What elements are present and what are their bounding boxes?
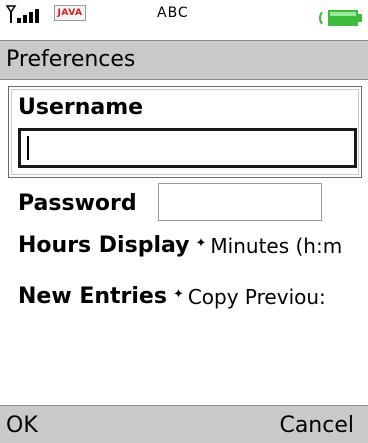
hours-display-value: Minutes (h:m: [210, 234, 343, 258]
cancel-softkey[interactable]: Cancel: [279, 413, 354, 439]
dropdown-indicator-icon: ✦: [195, 235, 207, 251]
dropdown-indicator-icon: ✦: [172, 286, 184, 302]
new-entries-value: Copy Previou:: [187, 285, 326, 309]
battery-icon: [319, 10, 362, 26]
title-bar: Preferences: [0, 40, 368, 80]
new-entries-label: New Entries: [18, 284, 167, 309]
text-caret: [27, 136, 29, 160]
password-label: Password: [18, 191, 137, 216]
hours-display-choice[interactable]: Hours Display ✦ Minutes (h:m: [18, 232, 368, 262]
ok-softkey[interactable]: OK: [6, 413, 38, 439]
status-bar: JAVA ABC: [0, 0, 368, 39]
username-label: Username: [18, 95, 144, 120]
java-icon: JAVA: [54, 5, 86, 21]
password-input[interactable]: [158, 183, 322, 221]
username-input[interactable]: [18, 128, 357, 168]
signal-strength-icon: [6, 5, 39, 23]
page-title: Preferences: [6, 47, 136, 72]
new-entries-choice[interactable]: New Entries ✦ Copy Previou:: [18, 283, 368, 313]
input-mode-indicator: ABC: [157, 5, 189, 21]
softkey-bar: OK Cancel: [0, 405, 368, 443]
hours-display-label: Hours Display: [18, 233, 190, 258]
